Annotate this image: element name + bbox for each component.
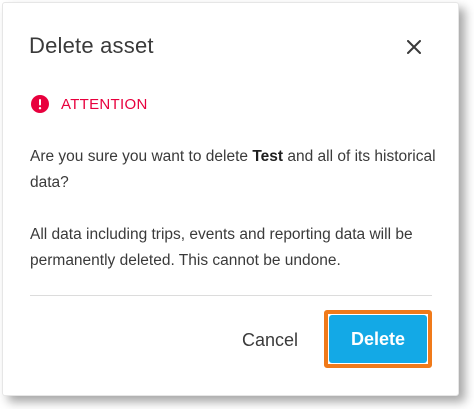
- alert-circle-icon: [31, 95, 49, 113]
- close-icon: [407, 40, 421, 54]
- close-button[interactable]: [401, 34, 427, 60]
- asset-name: Test: [252, 148, 284, 165]
- confirm-message: Are you sure you want to delete Test and…: [30, 144, 440, 196]
- stage: Delete asset ATTENTION Are you sure you …: [0, 0, 474, 409]
- cancel-button[interactable]: Cancel: [226, 323, 314, 357]
- divider: [30, 295, 432, 296]
- delete-asset-dialog: Delete asset ATTENTION Are you sure you …: [2, 2, 459, 396]
- attention-banner: ATTENTION: [31, 95, 148, 113]
- confirm-prefix: Are you sure you want to delete: [30, 148, 253, 165]
- dialog-title: Delete asset: [29, 33, 154, 58]
- warning-message: All data including trips, events and rep…: [30, 226, 413, 269]
- attention-label: ATTENTION: [61, 95, 148, 113]
- delete-button[interactable]: Delete: [329, 315, 427, 363]
